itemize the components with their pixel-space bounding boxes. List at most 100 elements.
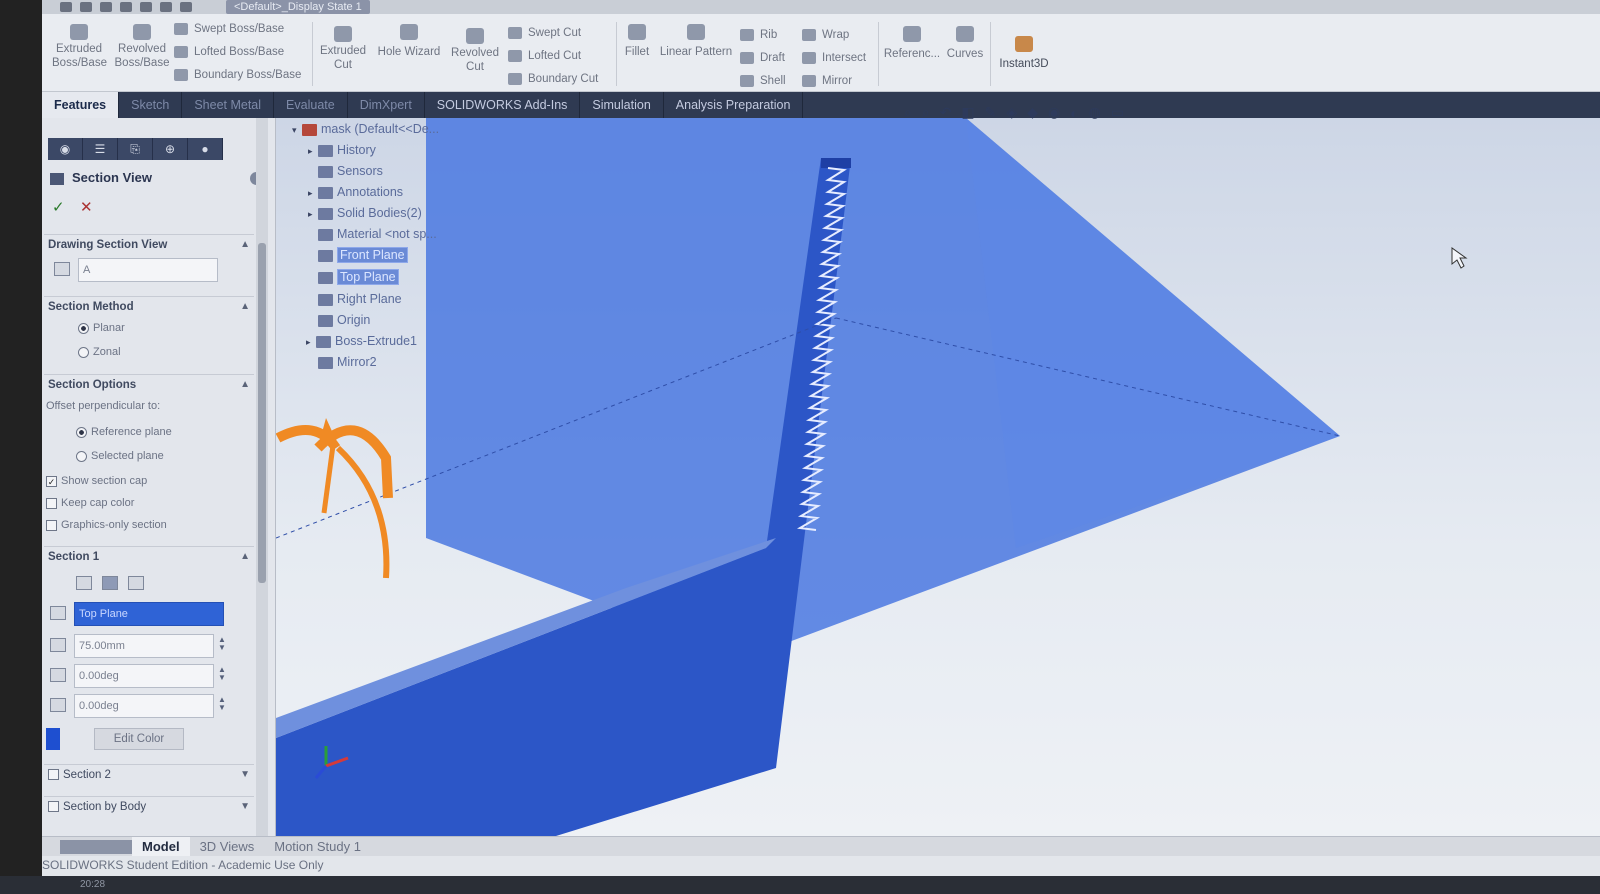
show-section-cap-checkbox[interactable]: ✓ Show section cap [46, 475, 147, 487]
cancel-button[interactable]: ✕ [80, 198, 93, 216]
zonal-radio[interactable]: Zonal [78, 346, 121, 358]
tree-item-sensors[interactable]: Sensors [308, 164, 383, 178]
section-options-heading[interactable]: Section Options ▲ [44, 374, 254, 394]
tab-3d-views[interactable]: 3D Views [190, 837, 265, 857]
open-icon[interactable] [80, 2, 92, 12]
draft-button[interactable]: Draft [740, 47, 785, 69]
tree-item-top-plane[interactable]: Top Plane [308, 269, 399, 285]
rib-button[interactable]: Rib [740, 24, 777, 46]
hole-wizard-button[interactable]: Hole Wizard [376, 24, 442, 62]
tree-root[interactable]: ▾ mask (Default<<De... [292, 122, 439, 136]
rebuild-icon[interactable] [180, 2, 192, 12]
tab-simulation[interactable]: Simulation [580, 92, 664, 118]
zoom-to-fit-icon[interactable]: ⌕ [904, 104, 912, 121]
linear-pattern-button[interactable]: Linear Pattern [656, 24, 736, 62]
lofted-boss-button[interactable]: Lofted Boss/Base [174, 41, 284, 63]
tree-item-solid-bodies[interactable]: ▸ Solid Bodies(2) [308, 206, 422, 220]
tab-solidworks-addins[interactable]: SOLIDWORKS Add-Ins [425, 92, 581, 118]
tree-item-right-plane[interactable]: Right Plane [308, 292, 402, 306]
plane-select-right-icon[interactable] [128, 576, 144, 590]
tab-features[interactable]: Features [42, 92, 120, 118]
edit-color-button[interactable]: Edit Color [94, 728, 184, 750]
reference-geometry-button[interactable]: Referenc... [882, 26, 942, 64]
tab-sketch[interactable]: Sketch [119, 92, 183, 118]
edit-appearance-icon[interactable]: ◐ [1070, 105, 1078, 121]
boundary-cut-button[interactable]: Boundary Cut [508, 68, 598, 90]
selected-plane-radio[interactable]: Selected plane [76, 450, 164, 462]
section-method-heading[interactable]: Section Method ▲ [44, 296, 254, 316]
view-settings-icon[interactable]: ▭ [1111, 104, 1124, 121]
extruded-boss-button[interactable]: Extruded Boss/Base [52, 24, 107, 70]
tab-analysis-preparation[interactable]: Analysis Preparation [664, 92, 804, 118]
spin-arrows-icon[interactable]: ▲ ▼ [218, 696, 226, 712]
rotation-handle[interactable] [335, 445, 390, 579]
tab-model[interactable]: Model [132, 836, 190, 857]
curves-button[interactable]: Curves [944, 26, 986, 64]
intersect-button[interactable]: Intersect [802, 47, 866, 69]
plane-select-front-icon[interactable] [76, 576, 92, 590]
hide-show-items-icon[interactable]: ◉ [1048, 104, 1060, 121]
new-icon[interactable] [60, 2, 72, 12]
tree-item-annotations[interactable]: ▸ Annotations [308, 185, 403, 199]
revolved-cut-button[interactable]: Revolved Cut [448, 28, 502, 74]
view-orientation-icon[interactable]: ◈ [1006, 104, 1017, 121]
instant3d-button[interactable]: Instant3D [994, 36, 1054, 74]
keep-cap-color-checkbox[interactable]: Keep cap color [46, 497, 134, 509]
swept-cut-button[interactable]: Swept Cut [508, 22, 581, 44]
previous-view-icon[interactable]: ↶ [940, 104, 952, 121]
shell-button[interactable]: Shell [740, 70, 786, 92]
print-icon[interactable] [120, 2, 132, 12]
tree-item-mirror2[interactable]: Mirror2 [308, 355, 377, 369]
tree-item-boss-extrude1[interactable]: ▸ Boss-Extrude1 [306, 334, 417, 348]
display-style-icon[interactable]: ◆ [1027, 104, 1038, 121]
section2-heading[interactable]: Section 2 ▼ [44, 764, 254, 784]
section-by-body-heading[interactable]: Section by Body ▼ [44, 796, 254, 816]
tab-evaluate[interactable]: Evaluate [274, 92, 348, 118]
tab-navigation-arrows[interactable] [60, 839, 132, 854]
boundary-boss-button[interactable]: Boundary Boss/Base [174, 64, 301, 86]
plane-select-top-icon[interactable] [102, 576, 118, 590]
select-icon[interactable] [160, 2, 172, 12]
feature-manager-tab-icon[interactable]: ◉ [48, 138, 83, 160]
tab-dimxpert[interactable]: DimXpert [348, 92, 425, 118]
section1-heading[interactable]: Section 1 ▲ [44, 546, 254, 566]
spin-arrows-icon[interactable]: ▲ ▼ [218, 666, 226, 682]
display-state-dropdown[interactable]: <Default>_Display State 1 [226, 0, 370, 14]
save-icon[interactable] [100, 2, 112, 12]
graphics-only-checkbox[interactable]: Graphics-only section [46, 519, 167, 531]
spin-arrows-icon[interactable]: ▲ ▼ [218, 636, 226, 652]
dynamic-annotation-icon[interactable]: ✎ [985, 104, 997, 121]
wrap-button[interactable]: Wrap [802, 24, 849, 46]
planar-radio[interactable]: Planar [78, 322, 125, 334]
scrollbar-thumb[interactable] [258, 243, 266, 583]
reference-plane-radio[interactable]: Reference plane [76, 426, 172, 438]
offset-distance-field[interactable]: 75.00mm [74, 634, 214, 658]
section-view-icon[interactable]: ◧ [961, 104, 974, 121]
configuration-manager-tab-icon[interactable]: ⎘ [118, 138, 153, 160]
tab-motion-study-1[interactable]: Motion Study 1 [264, 837, 371, 857]
graphics-area[interactable] [276, 118, 1600, 836]
display-manager-tab-icon[interactable]: ● [188, 138, 223, 160]
section-plane-field[interactable]: Top Plane [74, 602, 224, 626]
panel-scrollbar[interactable] [256, 118, 268, 838]
apply-scene-icon[interactable]: ◍ [1089, 104, 1101, 121]
section-name-field[interactable]: A [78, 258, 218, 282]
zoom-to-area-icon[interactable]: ⌕ [922, 104, 930, 121]
drawing-section-view-heading[interactable]: Drawing Section View ▲ [44, 234, 254, 254]
lofted-cut-button[interactable]: Lofted Cut [508, 45, 581, 67]
tree-item-history[interactable]: ▸ History [308, 143, 376, 157]
tree-item-front-plane[interactable]: Front Plane [308, 247, 408, 263]
tree-item-origin[interactable]: Origin [308, 313, 370, 327]
swept-boss-button[interactable]: Swept Boss/Base [174, 18, 284, 40]
property-manager-tab-icon[interactable]: ☰ [83, 138, 118, 160]
translate-arrow[interactable] [321, 437, 337, 514]
undo-icon[interactable] [140, 2, 152, 12]
revolved-boss-button[interactable]: Revolved Boss/Base [114, 24, 170, 70]
tab-sheet-metal[interactable]: Sheet Metal [182, 92, 275, 118]
ok-button[interactable]: ✓ [52, 198, 65, 216]
y-rotation-field[interactable]: 0.00deg [74, 694, 214, 718]
fillet-button[interactable]: Fillet [620, 24, 654, 62]
mirror-button[interactable]: Mirror [802, 70, 852, 92]
dimxpert-manager-tab-icon[interactable]: ⊕ [153, 138, 188, 160]
extruded-cut-button[interactable]: Extruded Cut [318, 26, 368, 72]
